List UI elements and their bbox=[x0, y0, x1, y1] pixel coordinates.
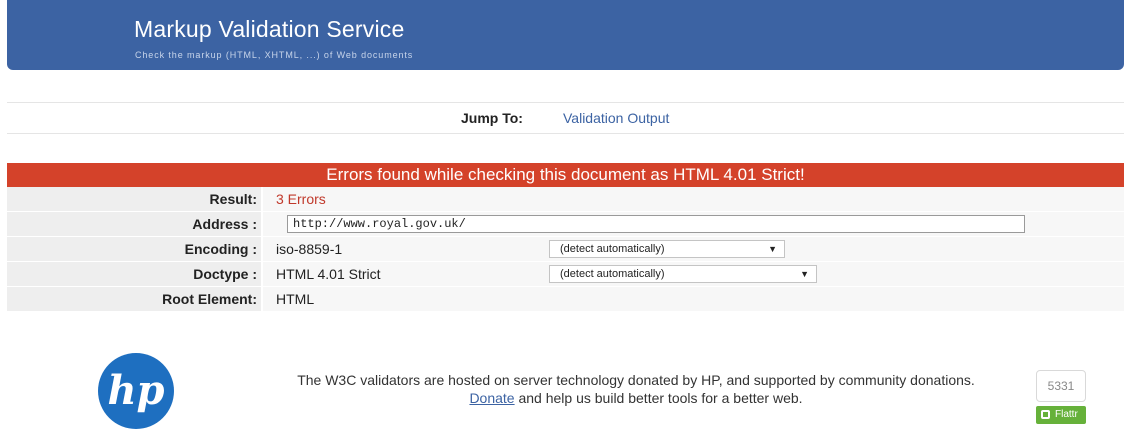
validation-output-link[interactable]: Validation Output bbox=[563, 110, 669, 126]
header-banner: Markup Validation Service Check the mark… bbox=[7, 0, 1124, 70]
doctype-select-value: (detect automatically) bbox=[560, 268, 665, 280]
footer-line-2-rest: and help us build better tools for a bet… bbox=[514, 390, 803, 406]
root-element-value: HTML bbox=[276, 291, 315, 307]
footer-text: The W3C validators are hosted on server … bbox=[226, 371, 1046, 407]
encoding-row: Encoding : iso-8859-1 (detect automatica… bbox=[7, 237, 1124, 262]
result-row: Result: 3 Errors bbox=[7, 187, 1124, 212]
result-value: 3 Errors bbox=[276, 191, 326, 207]
results-error-header: Errors found while checking this documen… bbox=[7, 163, 1124, 187]
hp-logo-text: hp bbox=[107, 367, 164, 414]
encoding-value-cell: iso-8859-1 (detect automatically) ▼ bbox=[263, 237, 1124, 261]
result-label: Result: bbox=[7, 187, 261, 211]
address-label: Address : bbox=[7, 212, 261, 236]
hp-logo-icon: hp bbox=[98, 353, 174, 429]
address-row: Address : http://www.royal.gov.uk/ bbox=[7, 212, 1124, 237]
page-title: Markup Validation Service bbox=[134, 16, 405, 42]
results-table: Result: 3 Errors Address : http://www.ro… bbox=[7, 187, 1124, 312]
root-element-row: Root Element: HTML bbox=[7, 287, 1124, 312]
doctype-row: Doctype : HTML 4.01 Strict (detect autom… bbox=[7, 262, 1124, 287]
address-value-cell: http://www.royal.gov.uk/ bbox=[263, 212, 1124, 236]
hp-logo[interactable]: hp bbox=[98, 352, 174, 430]
footer-line-2: Donate and help us build better tools fo… bbox=[226, 389, 1046, 407]
footer-line-1: The W3C validators are hosted on server … bbox=[297, 372, 975, 388]
flattr-label: Flattr bbox=[1055, 409, 1078, 420]
encoding-select-value: (detect automatically) bbox=[560, 243, 665, 255]
encoding-value: iso-8859-1 bbox=[276, 241, 343, 257]
flattr-icon bbox=[1041, 410, 1050, 419]
address-input[interactable]: http://www.royal.gov.uk/ bbox=[287, 215, 1025, 233]
doctype-value-cell: HTML 4.01 Strict (detect automatically) … bbox=[263, 262, 1124, 286]
jump-bar: Jump To: Validation Output bbox=[7, 102, 1124, 134]
doctype-select[interactable]: (detect automatically) ▼ bbox=[549, 265, 817, 283]
encoding-select[interactable]: (detect automatically) ▼ bbox=[549, 240, 785, 258]
flattr-counter: 5331 bbox=[1036, 370, 1086, 402]
root-element-value-cell: HTML bbox=[263, 287, 1124, 311]
jump-label: Jump To: bbox=[461, 110, 523, 126]
page-subtitle: Check the markup (HTML, XHTML, ...) of W… bbox=[135, 50, 414, 60]
chevron-down-icon: ▼ bbox=[768, 244, 777, 254]
root-element-label: Root Element: bbox=[7, 287, 261, 311]
encoding-label: Encoding : bbox=[7, 237, 261, 261]
doctype-label: Doctype : bbox=[7, 262, 261, 286]
result-value-cell: 3 Errors bbox=[263, 187, 1124, 211]
chevron-down-icon: ▼ bbox=[800, 269, 809, 279]
flattr-button[interactable]: Flattr bbox=[1036, 406, 1086, 424]
doctype-value: HTML 4.01 Strict bbox=[276, 266, 381, 282]
donate-link[interactable]: Donate bbox=[469, 390, 514, 406]
